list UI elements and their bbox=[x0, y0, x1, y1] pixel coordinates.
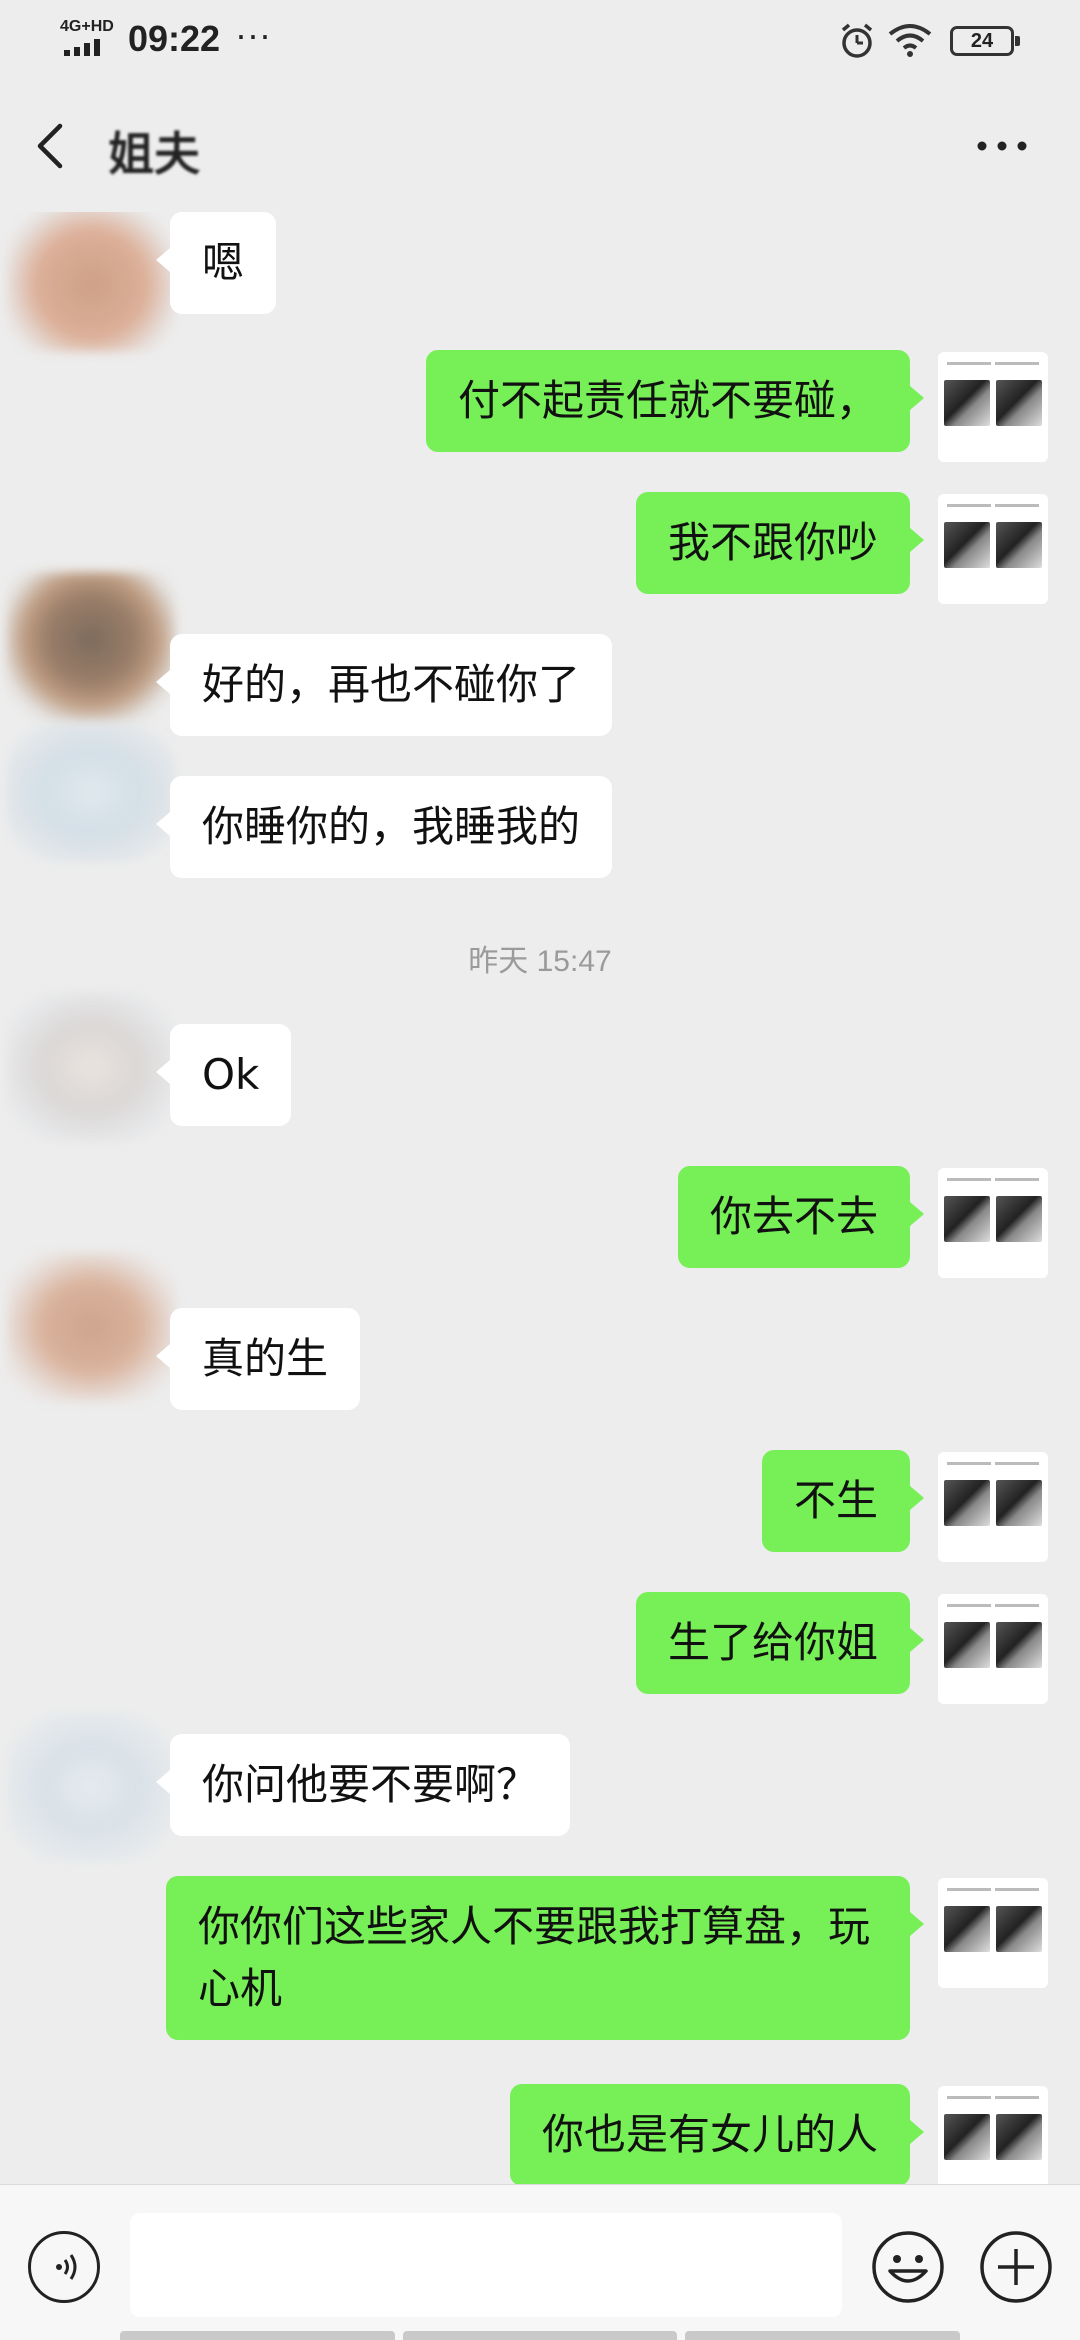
incoming-message[interactable]: 真的生 bbox=[155, 1308, 361, 1410]
my-avatar[interactable] bbox=[938, 1452, 1048, 1562]
contact-avatar[interactable] bbox=[6, 1712, 176, 1862]
incoming-message[interactable]: 你问他要不要啊？ bbox=[155, 1734, 571, 1836]
status-bar: 4G+HD 09:22 ··· 24 bbox=[0, 0, 1080, 84]
my-avatar[interactable] bbox=[938, 1594, 1048, 1704]
my-avatar[interactable] bbox=[938, 1168, 1048, 1278]
timestamp: 昨天 15:47 bbox=[468, 945, 612, 978]
contact-avatar[interactable] bbox=[6, 572, 176, 722]
plus-icon[interactable] bbox=[978, 2229, 1054, 2305]
incoming-message[interactable]: 好的，再也不碰你了 bbox=[155, 634, 613, 736]
incoming-message[interactable]: 你睡你的，我睡我的 bbox=[155, 776, 613, 878]
contact-avatar[interactable] bbox=[6, 1252, 176, 1402]
my-avatar[interactable] bbox=[938, 352, 1048, 462]
voice-button[interactable] bbox=[28, 2231, 100, 2303]
contact-avatar[interactable] bbox=[6, 992, 176, 1142]
chat-screen: 4G+HD 09:22 ··· 24 姐夫 嗯 付不起责任就不要碰， 我不跟你吵… bbox=[0, 0, 1080, 2340]
back-arrow-icon[interactable] bbox=[28, 114, 76, 178]
incoming-message[interactable]: Ok bbox=[155, 1024, 292, 1126]
outgoing-message[interactable]: 生了给你姐 bbox=[635, 1592, 925, 1694]
battery-icon: 24 bbox=[950, 26, 1020, 56]
wifi-icon bbox=[888, 24, 932, 57]
emoji-icon[interactable] bbox=[870, 2229, 946, 2305]
outgoing-message[interactable]: 你去不去 bbox=[677, 1166, 925, 1268]
signal-bars-icon bbox=[64, 39, 100, 56]
contact-name: 姐夫 bbox=[108, 127, 200, 181]
incoming-message[interactable]: 嗯 bbox=[155, 212, 277, 314]
more-dots-icon[interactable] bbox=[970, 114, 1034, 178]
my-avatar[interactable] bbox=[938, 1878, 1048, 1988]
my-avatar[interactable] bbox=[938, 2086, 1048, 2184]
outgoing-message[interactable]: 我不跟你吵 bbox=[635, 492, 925, 594]
more-notifications: ··· bbox=[235, 14, 271, 55]
outgoing-message[interactable]: 付不起责任就不要碰， bbox=[425, 350, 925, 452]
network-type: 4G+HD bbox=[60, 18, 114, 35]
gesture-bar bbox=[120, 2331, 961, 2340]
message-input[interactable] bbox=[130, 2213, 842, 2317]
signal-indicator: 4G+HD bbox=[60, 18, 116, 58]
outgoing-message[interactable]: 你也是有女儿的人 bbox=[509, 2084, 925, 2184]
message-list[interactable]: 嗯 付不起责任就不要碰， 我不跟你吵 好的，再也不碰你了 你睡你的，我睡我的 昨… bbox=[0, 212, 1080, 2184]
contact-avatar[interactable] bbox=[6, 722, 176, 862]
clock: 09:22 bbox=[128, 18, 221, 59]
voice-icon bbox=[56, 2254, 77, 2280]
outgoing-message[interactable]: 不生 bbox=[761, 1450, 925, 1552]
input-bar bbox=[0, 2184, 1080, 2340]
my-avatar[interactable] bbox=[938, 494, 1048, 604]
alarm-icon bbox=[841, 23, 873, 58]
outgoing-message[interactable]: 你你们这些家人不要跟我打算盘，玩心机 bbox=[166, 1876, 924, 2040]
chat-header: 姐夫 bbox=[0, 84, 1080, 212]
contact-avatar[interactable] bbox=[6, 212, 176, 352]
